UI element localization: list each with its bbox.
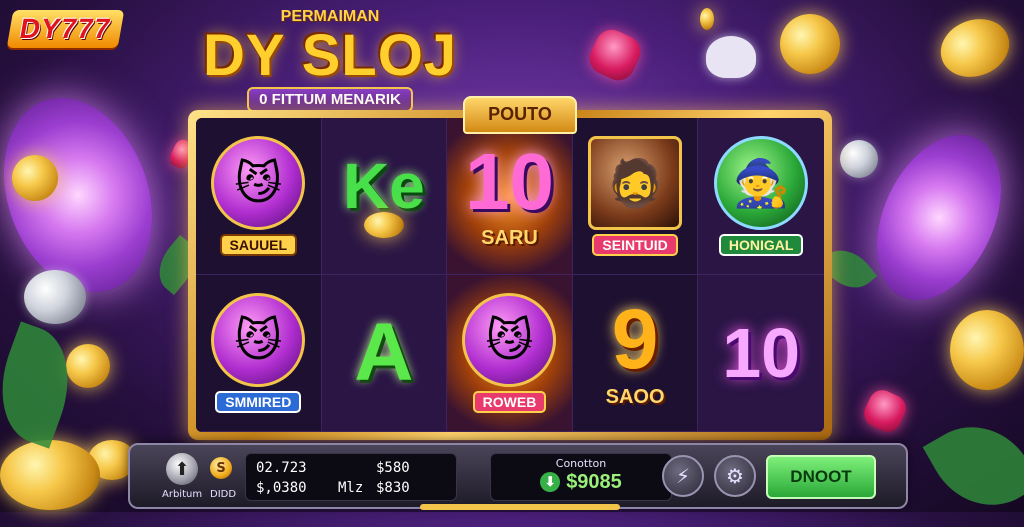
balance-display: 02.723 $580 $,0380 Mlz $830	[245, 453, 457, 501]
green-hood-icon: 🧙	[714, 136, 809, 230]
multiplier-label: Mlz	[338, 480, 364, 496]
reel-tab-label: POUTO	[488, 104, 552, 124]
jungle-leaf	[0, 321, 87, 449]
gold-coin	[0, 440, 100, 510]
gold-coin	[950, 310, 1024, 390]
gear-icon: ⚙	[726, 464, 744, 488]
lightning-icon: ⚡	[675, 464, 691, 488]
pink-gem	[859, 385, 911, 437]
balance-value: 02.723	[256, 460, 307, 476]
symbol-letter: A	[354, 307, 414, 398]
reel-symbol: 9 SAOO	[572, 275, 699, 432]
symbol-letter: 9	[611, 291, 659, 386]
win-amount: $9085	[566, 471, 622, 493]
cat-mask-icon: 😼	[211, 293, 306, 387]
coin-value-button[interactable]: S	[210, 457, 232, 479]
cat-mask-icon: 😼	[211, 136, 306, 230]
reel-symbol: 10	[698, 275, 824, 432]
control-panel: ⬆ Arbitum S DIDD 02.723 $580 $,0380 Mlz …	[128, 443, 908, 509]
coin-symbol: S	[216, 460, 226, 476]
line-bet-value: $830	[376, 480, 410, 496]
spin-button[interactable]: DNOOT	[766, 455, 876, 499]
turbo-button[interactable]: ⚡	[662, 455, 704, 497]
reel-symbol: 10 SARU	[447, 118, 573, 275]
coin-value-label: DIDD	[210, 489, 237, 500]
reel-symbol: A	[321, 275, 448, 432]
logo-text: DY777	[17, 13, 114, 44]
gold-coin	[700, 8, 714, 30]
pink-gem	[584, 24, 646, 86]
symbol-letter: 10	[722, 314, 801, 392]
brand-logo: DY777	[6, 10, 124, 48]
total-value: $,0380	[256, 480, 307, 496]
cat-mask-icon: 😼	[462, 293, 557, 387]
autospin-button[interactable]: ⬆	[166, 453, 198, 485]
symbol-label: SARU	[481, 226, 538, 249]
coin-stack-icon	[363, 212, 404, 238]
silver-coin	[840, 140, 878, 178]
symbol-label: SAOO	[605, 385, 665, 408]
reel-symbol: 😼 SMMIRED	[196, 275, 322, 432]
title-main: DY SLOJ	[202, 23, 458, 88]
gold-coin	[780, 14, 840, 74]
silver-coin	[24, 270, 86, 324]
reel-frame-tab: POUTO	[463, 96, 577, 134]
settings-button[interactable]: ⚙	[714, 455, 756, 497]
reel-symbol: 🧔 SEINTUID	[572, 118, 699, 275]
symbol-label: HONIGAL	[718, 234, 804, 256]
reel-symbol: 😼 SAUUEL	[196, 118, 322, 275]
symbol-label: SEINTUID	[592, 234, 678, 256]
reel-frame: 😼 SAUUEL Ke 10 SARU 🧔 SEINTUID 🧙 HONIGAL…	[188, 110, 832, 440]
gold-coin	[66, 344, 110, 388]
warrior-icon: 🧔	[588, 136, 683, 230]
jungle-leaf	[922, 405, 1024, 527]
game-title: PERMAIMAN DY SLOJ 0 FITTUM MENARIK	[200, 8, 460, 126]
spin-label: DNOOT	[790, 467, 852, 486]
symbol-letter: Ke	[342, 150, 425, 222]
symbol-label: ROWEB	[472, 391, 547, 413]
symbol-letter: 10	[465, 136, 554, 226]
magic-disc-left	[0, 77, 178, 313]
reel-symbol: Ke	[321, 118, 448, 275]
win-amount-row: ⬇ $9085	[491, 471, 671, 494]
arrow-down-icon: ⬇	[540, 472, 561, 492]
title-subtitle: 0 FITTUM MENARIK	[247, 87, 413, 112]
bet-value: $580	[376, 460, 410, 476]
gold-coin	[12, 155, 58, 201]
autospin-label: Arbitum	[162, 489, 203, 500]
reel-symbol: 🧙 HONIGAL	[698, 118, 824, 275]
gold-coin	[932, 9, 1018, 87]
ghost-mascot-icon	[706, 36, 756, 78]
win-display: Conotton ⬇ $9085	[490, 453, 672, 501]
magic-disc-right	[852, 114, 1024, 321]
win-label: Conotton	[555, 457, 607, 470]
symbol-label: SMMIRED	[215, 391, 302, 413]
arrow-up-icon: ⬆	[174, 458, 190, 480]
symbol-label: SAUUEL	[219, 234, 298, 256]
reel-grid: 😼 SAUUEL Ke 10 SARU 🧔 SEINTUID 🧙 HONIGAL…	[196, 118, 824, 432]
reel-symbol: 😼 ROWEB	[447, 275, 573, 432]
